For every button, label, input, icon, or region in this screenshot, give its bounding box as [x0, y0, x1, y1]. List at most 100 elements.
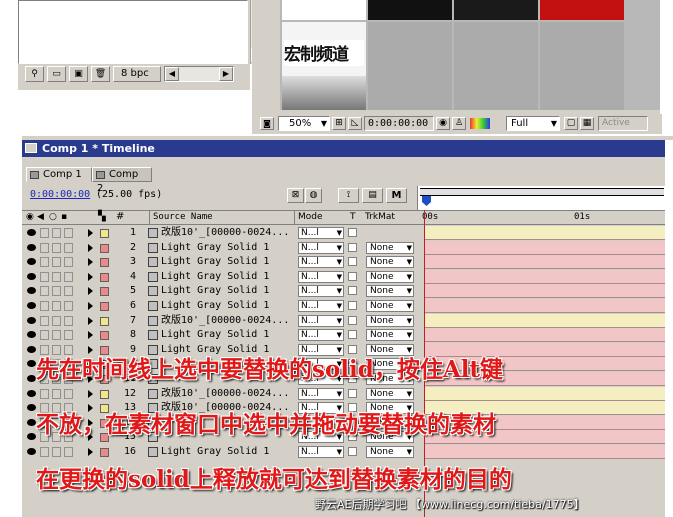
layer-row[interactable]: 4 Light Gray Solid 1 N...l ▼ None ▼ [22, 269, 665, 284]
lock-toggle[interactable] [64, 301, 73, 311]
audio-toggle[interactable] [40, 330, 49, 341]
trash-icon[interactable]: 🗑 [91, 66, 110, 82]
audio-toggle[interactable] [40, 257, 49, 268]
eye-icon[interactable] [27, 302, 36, 309]
trkmat-select[interactable]: None ▼ [366, 300, 414, 312]
twirl-triangle-icon[interactable] [88, 331, 93, 340]
eye-icon[interactable] [27, 331, 36, 339]
preserve-transparency-checkbox[interactable] [348, 257, 357, 267]
layer-name[interactable]: 改版10'_[00000-0024... [161, 314, 311, 328]
snapshot-icon[interactable]: ◉ [436, 117, 450, 130]
resolution-select[interactable]: Full ▼ [506, 116, 560, 131]
eye-icon[interactable] [27, 433, 36, 441]
preserve-transparency-checkbox[interactable] [348, 242, 357, 252]
lock-toggle[interactable] [64, 286, 73, 297]
audio-toggle[interactable] [40, 228, 49, 238]
twirl-triangle-icon[interactable] [88, 229, 93, 237]
preserve-transparency-checkbox[interactable] [348, 315, 357, 325]
transparency-grid-icon[interactable]: ▦ [580, 117, 594, 130]
lock-toggle[interactable] [64, 388, 73, 399]
twirl-triangle-icon[interactable] [88, 287, 93, 296]
mode-select[interactable]: N...l ▼ [298, 300, 344, 312]
frame-blending-icon[interactable]: ▤ [362, 188, 383, 203]
audio-toggle[interactable] [40, 315, 49, 326]
layer-name[interactable]: 改版10'_[00000-0024... [161, 226, 311, 240]
lock-toggle[interactable] [64, 257, 73, 268]
label-color[interactable] [100, 229, 109, 238]
zoom-select[interactable]: 50% ▼ [278, 116, 330, 131]
label-color[interactable] [100, 389, 109, 399]
layer-duration-bar[interactable] [424, 313, 665, 328]
label-color[interactable] [100, 258, 109, 268]
eye-icon[interactable] [27, 272, 36, 280]
mode-select[interactable]: N...l ▼ [298, 227, 344, 239]
layer-name[interactable]: Light Gray Solid 1 [161, 299, 311, 313]
mode-select[interactable]: N...l ▼ [298, 314, 344, 327]
audio-toggle[interactable] [40, 301, 49, 311]
lock-toggle[interactable] [64, 330, 73, 341]
eye-icon[interactable] [27, 243, 36, 251]
mode-select[interactable]: N...l ▼ [298, 329, 344, 342]
label-color[interactable] [100, 316, 109, 326]
preserve-transparency-checkbox[interactable] [348, 447, 357, 456]
solo-toggle[interactable] [52, 228, 61, 238]
scroll-right-icon[interactable]: ▶ [219, 67, 233, 81]
layer-name[interactable]: 改版10'_[00000-0024... [161, 387, 311, 401]
eye-icon[interactable] [27, 418, 36, 426]
layer-name[interactable]: Light Gray Solid 1 [161, 270, 311, 284]
layer-row[interactable]: 5 Light Gray Solid 1 N...l ▼ None ▼ [22, 284, 665, 299]
label-color[interactable] [100, 448, 109, 457]
layer-name[interactable]: Light Gray Solid 1 [161, 445, 311, 459]
comp-canvas[interactable]: 宏制频道 [280, 0, 660, 110]
mask-icon[interactable]: ◺ [348, 117, 362, 130]
audio-toggle[interactable] [40, 271, 49, 282]
layer-duration-bar[interactable] [424, 386, 665, 401]
lock-toggle[interactable] [64, 271, 73, 282]
time-navigator[interactable] [417, 186, 665, 210]
label-color[interactable] [100, 287, 109, 297]
trkmat-select[interactable]: None ▼ [366, 387, 414, 400]
lock-toggle[interactable] [64, 315, 73, 326]
always-preview-icon[interactable]: ◙ [260, 117, 274, 130]
mode-select[interactable]: N...l ▼ [298, 270, 344, 283]
solo-toggle[interactable] [52, 388, 61, 399]
eye-icon[interactable] [27, 404, 36, 412]
mode-select[interactable]: N...l ▼ [298, 387, 344, 400]
lock-toggle[interactable] [64, 447, 73, 457]
preserve-transparency-checkbox[interactable] [348, 301, 357, 310]
solo-toggle[interactable] [52, 330, 61, 341]
safe-zones-icon[interactable]: ⊞ [332, 117, 346, 130]
solo-toggle[interactable] [52, 301, 61, 311]
twirl-triangle-icon[interactable] [88, 272, 93, 281]
trkmat-select[interactable]: None ▼ [366, 314, 414, 327]
new-comp-icon[interactable]: ▣ [69, 66, 88, 82]
layer-duration-bar[interactable] [424, 299, 665, 313]
layer-name[interactable]: Light Gray Solid 1 [161, 255, 311, 269]
mode-select[interactable]: N...l ▼ [298, 256, 344, 269]
scroll-left-icon[interactable]: ◀ [165, 67, 179, 81]
current-time[interactable]: 0:00:00:00 [30, 189, 90, 200]
region-of-interest-icon[interactable]: ▢ [564, 117, 578, 130]
layer-duration-bar[interactable] [424, 255, 665, 270]
draft-3d-icon[interactable]: ⟟ [338, 188, 359, 203]
twirl-triangle-icon[interactable] [88, 302, 93, 310]
layer-row[interactable]: 12 改版10'_[00000-0024... N...l ▼ None ▼ [22, 386, 665, 401]
layer-duration-bar[interactable] [424, 445, 665, 459]
preserve-transparency-checkbox[interactable] [348, 228, 357, 237]
layer-row[interactable]: 6 Light Gray Solid 1 N...l ▼ None ▼ [22, 299, 665, 313]
eye-icon[interactable] [27, 389, 36, 397]
layer-duration-bar[interactable] [424, 269, 665, 284]
eye-icon[interactable] [27, 448, 36, 455]
mode-select[interactable]: N...l ▼ [298, 241, 344, 254]
label-color[interactable] [100, 302, 109, 311]
eye-icon[interactable] [27, 287, 36, 295]
trkmat-select[interactable]: None ▼ [366, 285, 414, 298]
tab-comp-2[interactable]: Comp 2 [92, 167, 152, 194]
eye-icon[interactable] [27, 258, 36, 266]
layer-name[interactable]: Light Gray Solid 1 [161, 241, 311, 255]
layer-duration-bar[interactable] [424, 284, 665, 299]
layer-duration-bar[interactable] [424, 226, 665, 240]
new-folder-icon[interactable]: ▭ [47, 66, 66, 82]
motion-blur-toggle-icon[interactable]: M [386, 188, 407, 203]
channels-icon[interactable] [470, 118, 490, 129]
